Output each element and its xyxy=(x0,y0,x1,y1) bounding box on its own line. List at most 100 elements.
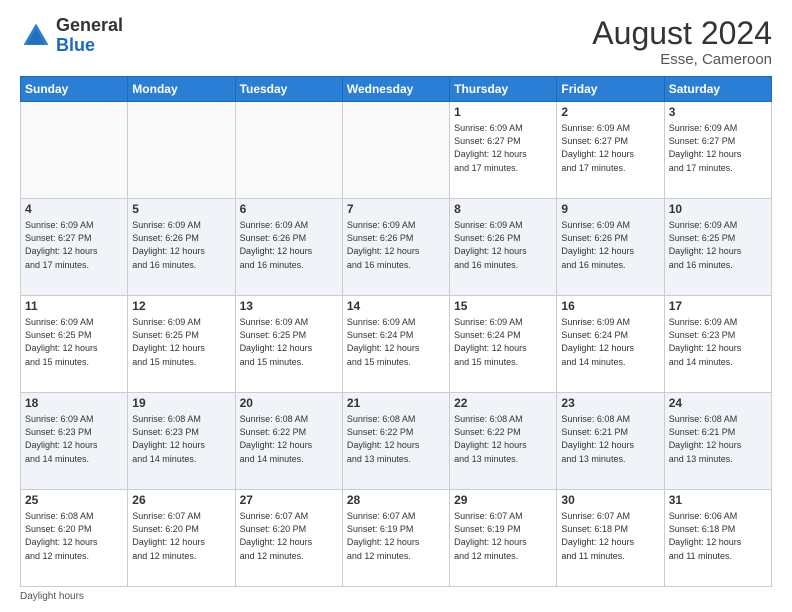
day-info: Sunrise: 6:09 AM Sunset: 6:25 PM Dayligh… xyxy=(669,220,742,270)
weekday-header-row: SundayMondayTuesdayWednesdayThursdayFrid… xyxy=(21,77,772,102)
day-number: 19 xyxy=(132,396,230,412)
day-info: Sunrise: 6:09 AM Sunset: 6:26 PM Dayligh… xyxy=(347,220,420,270)
day-cell xyxy=(342,102,449,199)
weekday-header-tuesday: Tuesday xyxy=(235,77,342,102)
day-cell: 5Sunrise: 6:09 AM Sunset: 6:26 PM Daylig… xyxy=(128,199,235,296)
day-info: Sunrise: 6:09 AM Sunset: 6:24 PM Dayligh… xyxy=(561,317,634,367)
day-cell: 27 Sunrise: 6:07 AM Sunset: 6:20 PM Dayli… xyxy=(235,490,342,587)
day-info: Sunrise: 6:09 AM Sunset: 6:26 PM Dayligh… xyxy=(561,220,634,270)
day-info: Sunrise: 6:09 AM Sunset: 6:26 PM Dayligh… xyxy=(132,220,205,270)
day-info: Sunrise: 6:08 AM Sunset: 6:22 PM Dayligh… xyxy=(454,414,527,464)
day-info: Sunrise: 6:07 AM Sunset: 6:20 PM Dayligh… xyxy=(132,511,205,561)
day-cell: 17Sunrise: 6:09 AM Sunset: 6:23 PM Dayli… xyxy=(664,296,771,393)
day-cell xyxy=(21,102,128,199)
day-cell: 22Sunrise: 6:08 AM Sunset: 6:22 PM Dayli… xyxy=(450,393,557,490)
day-cell: 4 Sunrise: 6:09 AM Sunset: 6:27 PM Daylig… xyxy=(21,199,128,296)
day-cell: 18 Sunrise: 6:09 AM Sunset: 6:23 PM Dayli… xyxy=(21,393,128,490)
day-info: Sunrise: 6:08 AM Sunset: 6:20 PM Dayligh… xyxy=(25,511,98,561)
day-cell: 30Sunrise: 6:07 AM Sunset: 6:18 PM Dayli… xyxy=(557,490,664,587)
day-number: 6 xyxy=(240,202,338,218)
day-cell: 25 Sunrise: 6:08 AM Sunset: 6:20 PM Dayli… xyxy=(21,490,128,587)
day-info: Sunrise: 6:09 AM Sunset: 6:27 PM Dayligh… xyxy=(561,123,634,173)
day-info: Sunrise: 6:09 AM Sunset: 6:24 PM Dayligh… xyxy=(347,317,420,367)
day-info: Sunrise: 6:06 AM Sunset: 6:18 PM Dayligh… xyxy=(669,511,742,561)
day-info: Sunrise: 6:09 AM Sunset: 6:27 PM Dayligh… xyxy=(454,123,527,173)
day-info: Sunrise: 6:08 AM Sunset: 6:22 PM Dayligh… xyxy=(347,414,420,464)
logo-blue-text: Blue xyxy=(56,35,95,55)
day-number: 31 xyxy=(669,493,767,509)
day-info: Sunrise: 6:08 AM Sunset: 6:21 PM Dayligh… xyxy=(669,414,742,464)
day-cell: 23 Sunrise: 6:08 AM Sunset: 6:21 PM Dayli… xyxy=(557,393,664,490)
logo-general-text: General xyxy=(56,15,123,35)
day-number: 9 xyxy=(561,202,659,218)
day-number: 3 xyxy=(669,105,767,121)
day-cell: 9 Sunrise: 6:09 AM Sunset: 6:26 PM Daylig… xyxy=(557,199,664,296)
day-number: 11 xyxy=(25,299,123,315)
day-number: 23 xyxy=(561,396,659,412)
day-cell: 21 Sunrise: 6:08 AM Sunset: 6:22 PM Dayli… xyxy=(342,393,449,490)
footer-note: Daylight hours xyxy=(20,591,772,602)
day-number: 7 xyxy=(347,202,445,218)
day-number: 26 xyxy=(132,493,230,509)
day-info: Sunrise: 6:08 AM Sunset: 6:21 PM Dayligh… xyxy=(561,414,634,464)
logo: General Blue xyxy=(20,16,123,56)
day-cell: 12Sunrise: 6:09 AM Sunset: 6:25 PM Dayli… xyxy=(128,296,235,393)
day-cell: 1Sunrise: 6:09 AM Sunset: 6:27 PM Daylig… xyxy=(450,102,557,199)
logo-icon xyxy=(20,20,52,52)
day-cell xyxy=(235,102,342,199)
day-number: 15 xyxy=(454,299,552,315)
day-cell: 15Sunrise: 6:09 AM Sunset: 6:24 PM Dayli… xyxy=(450,296,557,393)
weekday-header-thursday: Thursday xyxy=(450,77,557,102)
day-number: 16 xyxy=(561,299,659,315)
day-cell: 29Sunrise: 6:07 AM Sunset: 6:19 PM Dayli… xyxy=(450,490,557,587)
day-info: Sunrise: 6:08 AM Sunset: 6:22 PM Dayligh… xyxy=(240,414,313,464)
day-number: 8 xyxy=(454,202,552,218)
day-number: 10 xyxy=(669,202,767,218)
day-number: 2 xyxy=(561,105,659,121)
day-number: 27 xyxy=(240,493,338,509)
week-row-5: 25 Sunrise: 6:08 AM Sunset: 6:20 PM Dayli… xyxy=(21,490,772,587)
day-info: Sunrise: 6:08 AM Sunset: 6:23 PM Dayligh… xyxy=(132,414,205,464)
day-cell: 7 Sunrise: 6:09 AM Sunset: 6:26 PM Daylig… xyxy=(342,199,449,296)
day-cell: 11Sunrise: 6:09 AM Sunset: 6:25 PM Dayli… xyxy=(21,296,128,393)
day-number: 21 xyxy=(347,396,445,412)
header: General Blue August 2024 Esse, Cameroon xyxy=(20,16,772,68)
weekday-header-saturday: Saturday xyxy=(664,77,771,102)
day-cell: 3 Sunrise: 6:09 AM Sunset: 6:27 PM Daylig… xyxy=(664,102,771,199)
day-number: 20 xyxy=(240,396,338,412)
day-cell: 16 Sunrise: 6:09 AM Sunset: 6:24 PM Dayli… xyxy=(557,296,664,393)
day-info: Sunrise: 6:09 AM Sunset: 6:23 PM Dayligh… xyxy=(25,414,98,464)
day-cell xyxy=(128,102,235,199)
day-cell: 24Sunrise: 6:08 AM Sunset: 6:21 PM Dayli… xyxy=(664,393,771,490)
day-number: 25 xyxy=(25,493,123,509)
day-number: 4 xyxy=(25,202,123,218)
day-info: Sunrise: 6:09 AM Sunset: 6:23 PM Dayligh… xyxy=(669,317,742,367)
weekday-header-friday: Friday xyxy=(557,77,664,102)
day-info: Sunrise: 6:09 AM Sunset: 6:27 PM Dayligh… xyxy=(25,220,98,270)
day-info: Sunrise: 6:07 AM Sunset: 6:19 PM Dayligh… xyxy=(454,511,527,561)
calendar-table: SundayMondayTuesdayWednesdayThursdayFrid… xyxy=(20,76,772,587)
week-row-3: 11Sunrise: 6:09 AM Sunset: 6:25 PM Dayli… xyxy=(21,296,772,393)
day-info: Sunrise: 6:09 AM Sunset: 6:26 PM Dayligh… xyxy=(240,220,313,270)
day-info: Sunrise: 6:09 AM Sunset: 6:26 PM Dayligh… xyxy=(454,220,527,270)
day-cell: 2 Sunrise: 6:09 AM Sunset: 6:27 PM Daylig… xyxy=(557,102,664,199)
day-cell: 6 Sunrise: 6:09 AM Sunset: 6:26 PM Daylig… xyxy=(235,199,342,296)
day-info: Sunrise: 6:07 AM Sunset: 6:18 PM Dayligh… xyxy=(561,511,634,561)
day-cell: 19 Sunrise: 6:08 AM Sunset: 6:23 PM Dayli… xyxy=(128,393,235,490)
day-number: 13 xyxy=(240,299,338,315)
day-number: 18 xyxy=(25,396,123,412)
day-cell: 13Sunrise: 6:09 AM Sunset: 6:25 PM Dayli… xyxy=(235,296,342,393)
day-info: Sunrise: 6:07 AM Sunset: 6:20 PM Dayligh… xyxy=(240,511,313,561)
day-number: 28 xyxy=(347,493,445,509)
day-info: Sunrise: 6:09 AM Sunset: 6:27 PM Dayligh… xyxy=(669,123,742,173)
week-row-4: 18 Sunrise: 6:09 AM Sunset: 6:23 PM Dayli… xyxy=(21,393,772,490)
day-cell: 20 Sunrise: 6:08 AM Sunset: 6:22 PM Dayli… xyxy=(235,393,342,490)
weekday-header-sunday: Sunday xyxy=(21,77,128,102)
day-cell: 26 Sunrise: 6:07 AM Sunset: 6:20 PM Dayli… xyxy=(128,490,235,587)
title-block: August 2024 Esse, Cameroon xyxy=(592,16,772,68)
month-year: August 2024 xyxy=(592,16,772,51)
weekday-header-monday: Monday xyxy=(128,77,235,102)
day-cell: 14Sunrise: 6:09 AM Sunset: 6:24 PM Dayli… xyxy=(342,296,449,393)
day-cell: 8 Sunrise: 6:09 AM Sunset: 6:26 PM Daylig… xyxy=(450,199,557,296)
week-row-2: 4 Sunrise: 6:09 AM Sunset: 6:27 PM Daylig… xyxy=(21,199,772,296)
